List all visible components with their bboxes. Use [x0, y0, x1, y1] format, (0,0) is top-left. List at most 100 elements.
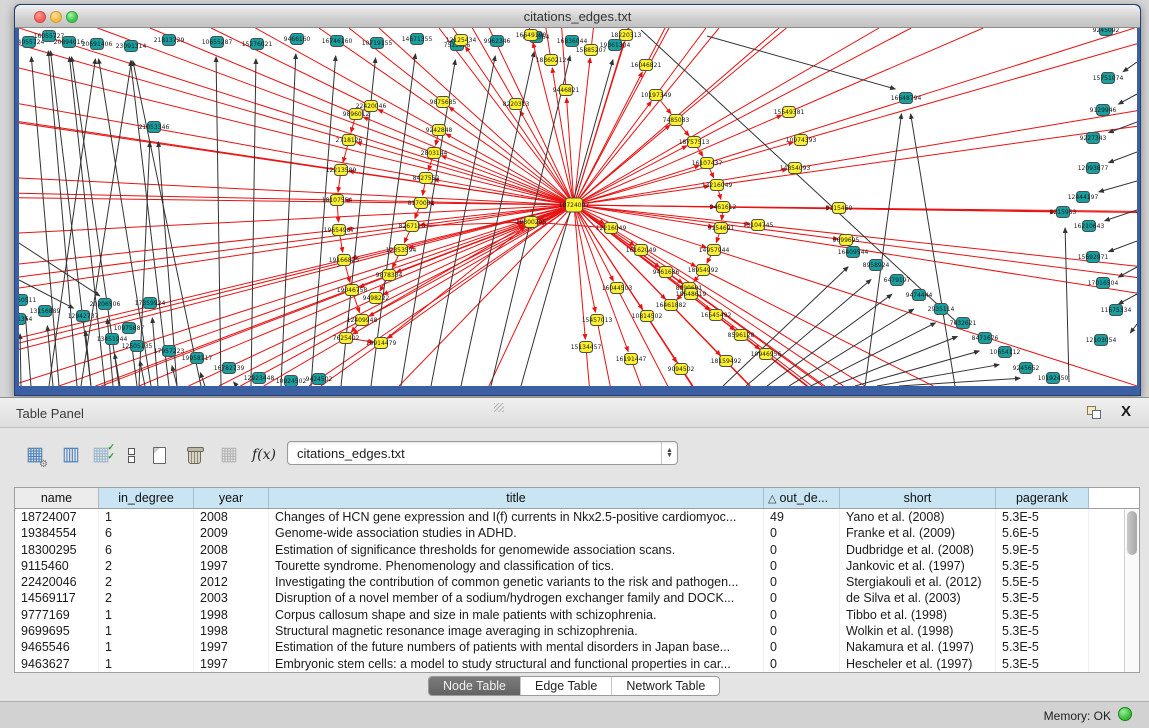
cell-name[interactable]: 9777169	[15, 607, 99, 623]
cell-in_degree[interactable]: 2	[99, 574, 194, 590]
cell-out_degree[interactable]: 0	[764, 639, 840, 655]
column-header-year[interactable]: year	[194, 488, 269, 508]
table-row[interactable]: 946362711997Embryonic stem cells: a mode…	[15, 656, 1124, 672]
row-height-icon[interactable]	[128, 442, 135, 468]
cell-pagerank[interactable]: 5.3E-5	[996, 639, 1089, 655]
scrollbar-thumb[interactable]	[1127, 511, 1137, 555]
cell-title[interactable]: Genome-wide association studies in ADHD.	[269, 525, 764, 541]
cell-name[interactable]: 9465546	[15, 639, 99, 655]
tab-node-table[interactable]: Node Table	[429, 677, 521, 695]
cell-year[interactable]: 1998	[194, 607, 269, 623]
vertical-scrollbar[interactable]	[1124, 509, 1139, 672]
cell-name[interactable]: 18300295	[15, 542, 99, 558]
cell-title[interactable]: Estimation of the future numbers of pati…	[269, 639, 764, 655]
cell-year[interactable]: 1998	[194, 623, 269, 639]
cell-pagerank[interactable]: 5.3E-5	[996, 590, 1089, 606]
cell-pagerank[interactable]: 5.9E-5	[996, 542, 1089, 558]
column-header-title[interactable]: title	[269, 488, 764, 508]
cell-short[interactable]: Nakamura et al. (1997)	[840, 639, 996, 655]
cell-in_degree[interactable]: 2	[99, 590, 194, 606]
cell-short[interactable]: Jankovic et al. (1997)	[840, 558, 996, 574]
column-header-out_degree[interactable]: △out_de...	[764, 488, 840, 508]
cell-name[interactable]: 9115460	[15, 558, 99, 574]
cell-name[interactable]: 19384554	[15, 525, 99, 541]
cell-year[interactable]: 1997	[194, 639, 269, 655]
table-row[interactable]: 977716911998Corpus callosum shape and si…	[15, 607, 1124, 623]
cell-out_degree[interactable]: 0	[764, 607, 840, 623]
column-header-pagerank[interactable]: pagerank	[996, 488, 1089, 508]
cell-year[interactable]: 1997	[194, 558, 269, 574]
delete-column-icon[interactable]	[188, 442, 201, 468]
cell-name[interactable]: 9463627	[15, 656, 99, 672]
cell-year[interactable]: 1997	[194, 656, 269, 672]
cell-short[interactable]: Tibbo et al. (1998)	[840, 607, 996, 623]
cell-short[interactable]: Wolkin et al. (1998)	[840, 623, 996, 639]
cell-name[interactable]: 14569117	[15, 590, 99, 606]
cell-in_degree[interactable]: 1	[99, 607, 194, 623]
table-row[interactable]: 2242004622012Investigating the contribut…	[15, 574, 1124, 590]
cell-pagerank[interactable]: 5.3E-5	[996, 623, 1089, 639]
cell-out_degree[interactable]: 0	[764, 558, 840, 574]
memory-status-indicator[interactable]	[1118, 707, 1132, 721]
cell-title[interactable]: Changes of HCN gene expression and I(f) …	[269, 509, 764, 525]
cell-out_degree[interactable]: 0	[764, 656, 840, 672]
cell-year[interactable]: 2009	[194, 525, 269, 541]
panel-resize-grip[interactable]	[494, 403, 504, 412]
table-row[interactable]: 969969511998Structural magnetic resonanc…	[15, 623, 1124, 639]
cell-out_degree[interactable]: 0	[764, 525, 840, 541]
table-row[interactable]: 946554611997Estimation of the future num…	[15, 639, 1124, 655]
network-canvas[interactable]: 2405572416055727208940162069140623091314…	[19, 28, 1137, 386]
tab-network-table[interactable]: Network Table	[612, 677, 719, 695]
table-row[interactable]: 911546021997Tourette syndrome. Phenomeno…	[15, 558, 1124, 574]
cell-title[interactable]: Embryonic stem cells: a model to study s…	[269, 656, 764, 672]
cell-year[interactable]: 2008	[194, 509, 269, 525]
cell-out_degree[interactable]: 0	[764, 623, 840, 639]
cell-in_degree[interactable]: 6	[99, 525, 194, 541]
cell-short[interactable]: Stergiakouli et al. (2012)	[840, 574, 996, 590]
cell-short[interactable]: Dudbridge et al. (2008)	[840, 542, 996, 558]
table-column-icon[interactable]: ▥	[62, 442, 80, 468]
cell-in_degree[interactable]: 2	[99, 558, 194, 574]
cell-pagerank[interactable]: 5.3E-5	[996, 656, 1089, 672]
table-row[interactable]: 1938455462009Genome-wide association stu…	[15, 525, 1124, 541]
cell-year[interactable]: 2008	[194, 542, 269, 558]
cell-name[interactable]: 9699695	[15, 623, 99, 639]
column-header-name[interactable]: name	[15, 488, 99, 508]
cell-in_degree[interactable]: 1	[99, 509, 194, 525]
cell-in_degree[interactable]: 1	[99, 639, 194, 655]
cell-title[interactable]: Disruption of a novel member of a sodium…	[269, 590, 764, 606]
table-row[interactable]: 1830029562008Estimation of significance …	[15, 542, 1124, 558]
cell-out_degree[interactable]: 0	[764, 590, 840, 606]
cell-in_degree[interactable]: 6	[99, 542, 194, 558]
cell-name[interactable]: 22420046	[15, 574, 99, 590]
cell-pagerank[interactable]: 5.3E-5	[996, 558, 1089, 574]
column-header-short[interactable]: short	[840, 488, 996, 508]
cell-out_degree[interactable]: 0	[764, 542, 840, 558]
window-titlebar[interactable]: citations_edges.txt	[15, 5, 1140, 28]
close-panel-icon[interactable]: X	[1121, 403, 1131, 420]
cell-in_degree[interactable]: 1	[99, 623, 194, 639]
table-row[interactable]: 1456911722003Disruption of a novel membe…	[15, 590, 1124, 606]
function-builder-icon[interactable]: f(x)	[252, 442, 276, 468]
cell-short[interactable]: Hescheler et al. (1997)	[840, 656, 996, 672]
cell-short[interactable]: Yano et al. (2008)	[840, 509, 996, 525]
cell-title[interactable]: Corpus callosum shape and size in male p…	[269, 607, 764, 623]
cell-out_degree[interactable]: 0	[764, 574, 840, 590]
network-graph[interactable]: 2405572416055727208940162069140623091314…	[19, 28, 1137, 386]
new-column-icon[interactable]	[153, 442, 166, 468]
cell-year[interactable]: 2012	[194, 574, 269, 590]
cell-pagerank[interactable]: 5.5E-5	[996, 574, 1089, 590]
cell-title[interactable]: Structural magnetic resonance image aver…	[269, 623, 764, 639]
table-settings-icon[interactable]: ▦ ⚙	[26, 442, 44, 468]
cell-year[interactable]: 2003	[194, 590, 269, 606]
cell-title[interactable]: Investigating the contribution of common…	[269, 574, 764, 590]
tab-edge-table[interactable]: Edge Table	[521, 677, 612, 695]
cell-pagerank[interactable]: 5.6E-5	[996, 525, 1089, 541]
cell-pagerank[interactable]: 5.3E-5	[996, 509, 1089, 525]
cell-in_degree[interactable]: 1	[99, 656, 194, 672]
cell-title[interactable]: Tourette syndrome. Phenomenology and cla…	[269, 558, 764, 574]
import-table-icon[interactable]: ▦	[220, 442, 238, 468]
column-header-in_degree[interactable]: in_degree	[99, 488, 194, 508]
cell-out_degree[interactable]: 49	[764, 509, 840, 525]
cell-short[interactable]: Franke et al. (2009)	[840, 525, 996, 541]
